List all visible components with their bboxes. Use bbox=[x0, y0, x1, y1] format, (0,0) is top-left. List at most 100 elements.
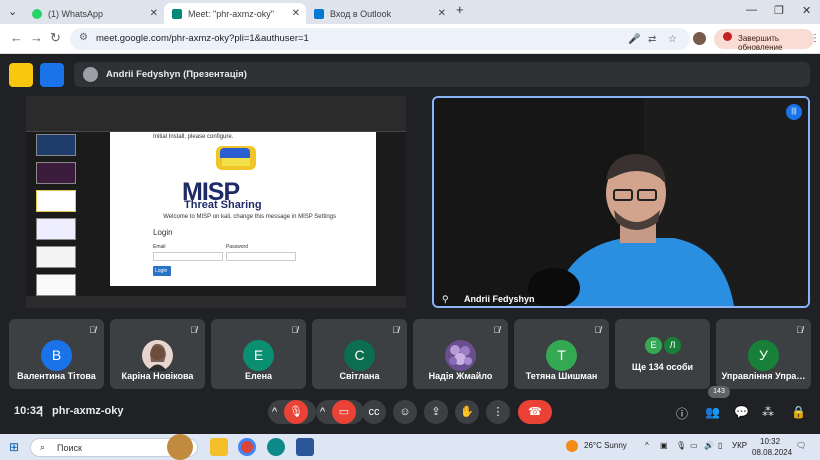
muted-mic-icon: 🎙̸ bbox=[190, 325, 197, 335]
chat-icon[interactable]: 💬 bbox=[734, 405, 749, 419]
muted-mic-icon: 🎙̸ bbox=[89, 325, 96, 335]
menu-kebab-icon[interactable]: ⋮ bbox=[810, 33, 820, 44]
more-participants-label: Ще 134 особи bbox=[631, 362, 694, 372]
tray-mic-icon[interactable]: 🎙 bbox=[676, 441, 686, 450]
restore-icon[interactable]: ❐ bbox=[774, 4, 784, 17]
more-options-button[interactable]: ⋮ bbox=[486, 400, 510, 424]
tab-title: Meet: "phr-axmz-oky" bbox=[188, 8, 274, 19]
participant-avatar: С bbox=[344, 340, 375, 371]
participant-tile[interactable]: 🎙̸ С Світлана bbox=[312, 319, 407, 389]
speaker-video-tile[interactable]: ||| ⚲ Andrii Fedyshyn bbox=[432, 96, 810, 308]
close-tab-icon[interactable]: ✕ bbox=[150, 8, 158, 19]
language-indicator[interactable]: УКР bbox=[732, 441, 747, 450]
clock-time[interactable]: 10:32 bbox=[760, 437, 780, 446]
captions-button[interactable]: cc bbox=[362, 400, 386, 424]
camera-off-icon: ▭ bbox=[338, 406, 350, 418]
camera-options-chevron-icon[interactable]: ^ bbox=[320, 400, 325, 424]
participant-tile[interactable]: 🎙̸ Каріна Новікова bbox=[110, 319, 205, 389]
edit-icon[interactable] bbox=[40, 63, 64, 87]
file-explorer-icon[interactable] bbox=[210, 438, 228, 456]
translate-icon[interactable]: ⇄ bbox=[648, 34, 656, 45]
search-placeholder: Поиск bbox=[57, 443, 82, 453]
login-title: Login bbox=[153, 228, 173, 237]
reactions-button[interactable]: ☺ bbox=[393, 400, 417, 424]
participant-name: Валентина Тітова bbox=[17, 371, 96, 381]
muted-mic-icon: 🎙̸ bbox=[392, 325, 399, 335]
search-icon: ⌕ bbox=[40, 442, 46, 452]
participant-tile[interactable]: 🎙̸ У Управління Упра… bbox=[716, 319, 811, 389]
mic-off-icon: 🎙 bbox=[289, 406, 303, 418]
url-input[interactable]: ⚙ meet.google.com/phr-axmz-oky?pli=1&aut… bbox=[70, 28, 690, 50]
search-highlight-owl-icon bbox=[167, 434, 193, 460]
edge-icon[interactable] bbox=[267, 438, 285, 456]
notification-icon[interactable]: 🗨 bbox=[796, 441, 806, 450]
close-tab-icon[interactable]: ✕ bbox=[438, 8, 446, 19]
no-video-icon[interactable] bbox=[9, 63, 33, 87]
tab-whatsapp[interactable]: (1) WhatsApp ✕ bbox=[24, 3, 164, 24]
weather-text: 26°C Sunny bbox=[584, 441, 627, 450]
misp-logo-bubble-blue bbox=[220, 148, 250, 158]
outlook-icon bbox=[314, 8, 324, 19]
chrome-icon[interactable] bbox=[238, 438, 256, 456]
current-slide: Initial Install, please configure. MISP … bbox=[110, 132, 376, 286]
word-icon[interactable] bbox=[296, 438, 314, 456]
raise-hand-button[interactable]: ✋ bbox=[455, 400, 479, 424]
login-button: Login bbox=[153, 266, 171, 276]
hang-up-icon: ☎ bbox=[528, 406, 542, 418]
host-controls-icon[interactable]: 🔒 bbox=[791, 405, 806, 419]
more-participants-tile[interactable]: Е Л Ще 134 особи bbox=[615, 319, 710, 389]
minimize-icon[interactable]: — bbox=[746, 4, 757, 16]
windows-start-icon[interactable]: ⊞ bbox=[9, 440, 19, 454]
microphone-icon[interactable]: 🎤 bbox=[628, 34, 640, 45]
tab-meet[interactable]: Meet: "phr-axmz-oky" ✕ bbox=[164, 3, 306, 24]
activities-icon[interactable]: ⁂ bbox=[762, 405, 774, 419]
mic-toggle-button[interactable]: 🎙 bbox=[284, 400, 308, 424]
meet-app: Andrii Fedyshyn (Презентація) Initial In… bbox=[0, 55, 820, 430]
mic-options-chevron-icon[interactable]: ^ bbox=[272, 400, 277, 424]
back-icon[interactable]: ← bbox=[10, 30, 23, 45]
update-label: Завершить обновление bbox=[738, 34, 783, 52]
bookmark-star-icon[interactable]: ☆ bbox=[668, 34, 677, 45]
password-label: Password bbox=[226, 244, 248, 250]
network-icon[interactable]: ▭ bbox=[690, 441, 698, 450]
close-window-icon[interactable]: ✕ bbox=[802, 4, 811, 17]
tab-outlook[interactable]: Вход в Outlook ✕ bbox=[306, 3, 452, 24]
finish-update-button[interactable]: Завершить обновление ⋮ bbox=[714, 29, 820, 52]
participant-avatar: Л bbox=[664, 337, 681, 354]
taskbar-search-input[interactable]: ⌕ Поиск bbox=[30, 434, 198, 460]
site-info-icon[interactable]: ⚙ bbox=[79, 32, 88, 43]
camera-toggle-button[interactable]: ▭ bbox=[332, 400, 356, 424]
present-button[interactable]: ⇪ bbox=[424, 400, 448, 424]
tray-chevron-icon[interactable]: ^ bbox=[645, 441, 649, 450]
participant-tile[interactable]: 🎙̸ Надія Жмайло bbox=[413, 319, 508, 389]
participant-avatar: В bbox=[41, 340, 72, 371]
reload-icon[interactable]: ↻ bbox=[50, 30, 61, 46]
participant-tile[interactable]: 🎙̸ Т Тетяна Шишман bbox=[514, 319, 609, 389]
slide-thumbnail bbox=[36, 134, 76, 156]
tray-app-icon[interactable]: ▣ bbox=[660, 441, 668, 450]
info-icon[interactable]: ⓘ bbox=[676, 405, 688, 422]
slide-thumbnail bbox=[36, 162, 76, 184]
forward-icon[interactable]: → bbox=[30, 30, 43, 45]
new-tab-button[interactable]: + bbox=[456, 2, 464, 17]
profile-avatar[interactable] bbox=[693, 32, 706, 45]
url-text: meet.google.com/phr-axmz-oky?pli=1&authu… bbox=[96, 33, 309, 44]
people-icon[interactable]: 👥 bbox=[705, 405, 720, 419]
tab-search-icon[interactable]: ⌄ bbox=[8, 5, 17, 18]
participant-tile[interactable]: 🎙̸ В Валентина Тітова bbox=[9, 319, 104, 389]
hand-icon: ✋ bbox=[460, 406, 474, 418]
weather-icon[interactable] bbox=[566, 440, 578, 452]
leave-call-button[interactable]: ☎ bbox=[518, 400, 552, 424]
meet-icon bbox=[172, 8, 182, 19]
clock-date[interactable]: 08.08.2024 bbox=[752, 448, 792, 457]
speaker-name: Andrii Fedyshyn bbox=[464, 294, 535, 304]
battery-icon[interactable]: ▯ bbox=[718, 441, 722, 450]
participant-tile[interactable]: 🎙̸ Е Елена bbox=[211, 319, 306, 389]
close-tab-icon[interactable]: ✕ bbox=[292, 8, 300, 19]
participant-avatar: Т bbox=[546, 340, 577, 371]
speaker-video bbox=[434, 98, 808, 306]
volume-icon[interactable]: 🔊 bbox=[704, 441, 714, 450]
meeting-time: 10:32 bbox=[14, 405, 43, 417]
windows-taskbar: ⊞ ⌕ Поиск 26°C Sunny ^ ▣ 🎙 ▭ 🔊 ▯ УКР 10:… bbox=[0, 434, 820, 460]
participant-photo-avatar bbox=[142, 340, 173, 371]
